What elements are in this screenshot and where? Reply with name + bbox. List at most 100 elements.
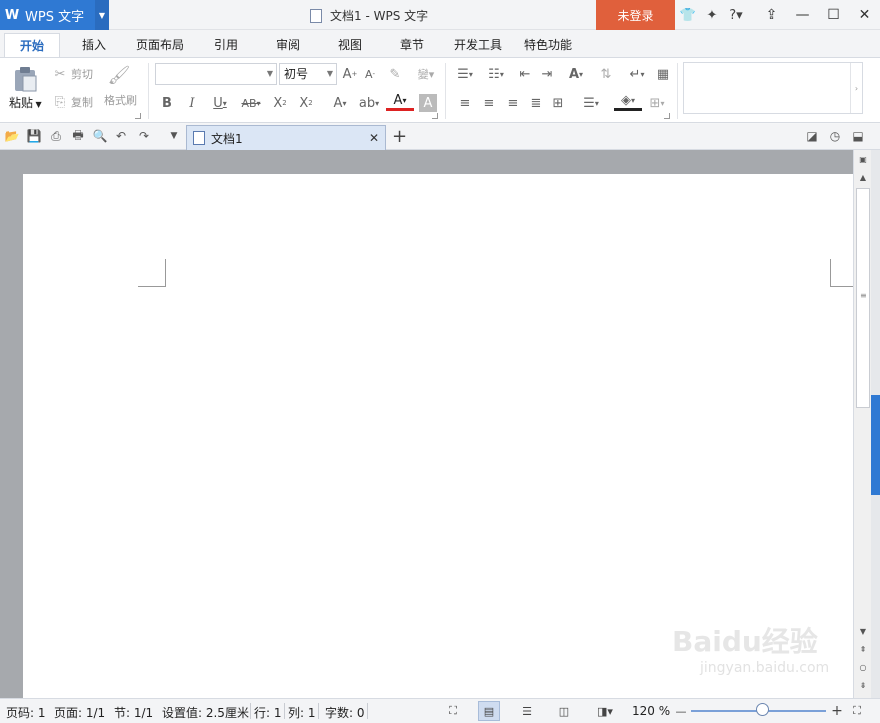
tab-special-features[interactable]: 特色功能 — [518, 33, 578, 57]
text-effect-icon[interactable]: A ▾ — [326, 92, 354, 114]
clear-format-icon[interactable]: ✎ — [386, 63, 404, 85]
subscript-icon[interactable]: X2 — [296, 92, 316, 114]
decrease-indent-icon[interactable]: ⇤ — [516, 63, 534, 85]
feedback-icon[interactable]: ✦ — [700, 0, 724, 30]
paragraph-launcher-icon[interactable] — [664, 113, 670, 119]
undo-icon[interactable]: ↶ — [113, 128, 129, 144]
distributed-icon[interactable]: ⊞ — [549, 92, 567, 114]
copy-button[interactable]: ⎘ 复制 — [52, 94, 93, 110]
align-center-icon[interactable]: ≡ — [480, 92, 498, 114]
save-icon[interactable]: 💾 — [26, 128, 42, 144]
maximize-button[interactable]: ☐ — [818, 0, 849, 30]
table-grid-icon[interactable]: ▦ — [654, 63, 672, 85]
status-page-code: 页码: 1 — [6, 706, 46, 720]
fit-page-icon[interactable]: ⛶ — [846, 701, 868, 721]
collapse-ribbon-icon[interactable]: ⬓ — [850, 128, 866, 144]
format-painter-button[interactable]: 🖌 格式刷 — [104, 64, 137, 108]
login-button[interactable]: 未登录 — [596, 0, 675, 30]
fullscreen-icon[interactable]: ⛶ — [442, 701, 464, 721]
paste-icon[interactable] — [13, 66, 37, 92]
scroll-down-icon[interactable]: ▼ — [854, 624, 872, 638]
close-tab-icon[interactable]: ✕ — [369, 131, 379, 145]
page-view-icon[interactable]: ▤ — [478, 701, 500, 721]
paste-button[interactable]: 粘贴 ▼ — [9, 94, 42, 111]
char-shading-icon[interactable]: A — [419, 94, 437, 112]
print-icon[interactable]: 🖶 — [70, 128, 86, 144]
paragraph-shading-icon[interactable]: ◈ ▾ — [614, 92, 642, 111]
app-menu-button[interactable]: W WPS 文字 ▼ — [0, 0, 109, 30]
line-spacing-icon[interactable]: ☰ ▾ — [577, 92, 605, 114]
font-color-icon[interactable]: A ▾ — [386, 92, 414, 111]
open-folder-icon[interactable]: 📂 — [4, 128, 20, 144]
copy-label: 复制 — [71, 96, 93, 109]
numbering-icon[interactable]: ☷ ▾ — [482, 63, 510, 85]
outline-view-icon[interactable]: ☰ — [516, 701, 538, 721]
cut-button[interactable]: ✂ 剪切 — [52, 66, 93, 82]
skin-shirt-icon[interactable]: 👕 — [676, 0, 700, 30]
new-tab-icon[interactable]: + — [392, 126, 407, 147]
zoom-level[interactable]: 120 % — [632, 704, 670, 718]
app-menu-dropdown-icon[interactable]: ▼ — [95, 0, 109, 30]
scroll-up-icon[interactable]: ▲ — [854, 170, 872, 184]
tab-developer-tools[interactable]: 开发工具 — [448, 33, 508, 57]
eye-protection-icon[interactable]: ◨▾ — [590, 701, 620, 721]
minimize-button[interactable]: — — [787, 0, 818, 30]
prev-page-icon[interactable]: ⇞ — [854, 642, 872, 656]
tab-page-layout[interactable]: 页面布局 — [130, 33, 190, 57]
tab-references[interactable]: 引用 — [204, 33, 248, 57]
upload-icon[interactable]: ⇪ — [756, 0, 787, 30]
doc-manager-icon[interactable]: ◪ — [804, 128, 820, 144]
styles-gallery[interactable]: › — [683, 62, 863, 114]
tab-chapter[interactable]: 章节 — [390, 33, 434, 57]
bullets-icon[interactable]: ☰ ▾ — [452, 63, 478, 85]
tab-home[interactable]: 开始 — [4, 33, 60, 57]
export-pdf-icon[interactable]: ⎙ — [48, 128, 64, 144]
highlight-icon[interactable]: ab ▾ — [355, 92, 383, 114]
strikethrough-icon[interactable]: AB ▾ — [236, 92, 266, 114]
borders-icon[interactable]: ⊞ ▾ — [644, 92, 670, 114]
font-size-select[interactable]: 初号 ▼ — [279, 63, 337, 85]
document-workspace — [0, 150, 853, 698]
print-preview-icon[interactable]: 🔍 — [92, 128, 108, 144]
zoom-in-icon[interactable]: + — [826, 701, 848, 721]
grow-font-icon[interactable]: A + — [341, 63, 359, 85]
zoom-slider-handle[interactable] — [756, 703, 769, 716]
font-launcher-icon[interactable] — [432, 113, 438, 119]
status-word-count[interactable]: 字数: 0 — [325, 704, 365, 721]
redo-icon[interactable]: ↷ — [136, 128, 152, 144]
zoom-out-icon[interactable]: — — [670, 701, 692, 721]
tab-view[interactable]: 视图 — [328, 33, 372, 57]
italic-icon[interactable]: I — [183, 92, 201, 114]
justify-icon[interactable]: ≣ — [527, 92, 545, 114]
web-view-icon[interactable]: ◫ — [553, 701, 575, 721]
next-page-icon[interactable]: ⇟ — [854, 678, 872, 692]
phonetic-guide-icon[interactable]: 變▾ — [412, 63, 440, 85]
change-case-icon[interactable]: A ▾ — [562, 63, 590, 85]
tab-review[interactable]: 审阅 — [266, 33, 310, 57]
select-browse-object-icon[interactable]: ○ — [854, 660, 872, 674]
document-icon — [310, 8, 322, 23]
align-left-icon[interactable]: ≡ — [456, 92, 474, 114]
bold-icon[interactable]: B — [158, 92, 176, 114]
align-right-icon[interactable]: ≡ — [504, 92, 522, 114]
increase-indent-icon[interactable]: ⇥ — [538, 63, 556, 85]
sort-icon[interactable]: ⇅ — [596, 63, 616, 85]
shrink-font-icon[interactable]: A- — [361, 63, 379, 85]
document-tab[interactable]: 文档1 ✕ — [186, 125, 386, 150]
font-name-select[interactable]: ▼ — [155, 63, 277, 85]
styles-gallery-expand-icon[interactable]: › — [850, 63, 862, 113]
close-button[interactable]: ✕ — [849, 0, 880, 30]
underline-icon[interactable]: U ▾ — [206, 92, 234, 114]
help-icon[interactable]: ?▾ — [724, 0, 748, 30]
margin-corner-top-left — [138, 259, 166, 287]
split-view-icon[interactable]: ▣ — [854, 152, 872, 166]
customize-toolbar-icon[interactable]: ▼ — [166, 128, 182, 144]
scrollbar-thumb[interactable]: ≡ — [856, 188, 870, 408]
tab-insert[interactable]: 插入 — [72, 33, 116, 57]
backup-icon[interactable]: ◷ — [827, 128, 843, 144]
clipboard-launcher-icon[interactable] — [135, 113, 141, 119]
vertical-scrollbar[interactable]: ▣ ▲ ≡ ▼ ⇞ ○ ⇟ — [853, 150, 871, 698]
paragraph-mark-icon[interactable]: ↵ ▾ — [624, 63, 650, 85]
task-pane-toggle[interactable] — [871, 395, 880, 495]
superscript-icon[interactable]: X2 — [270, 92, 290, 114]
